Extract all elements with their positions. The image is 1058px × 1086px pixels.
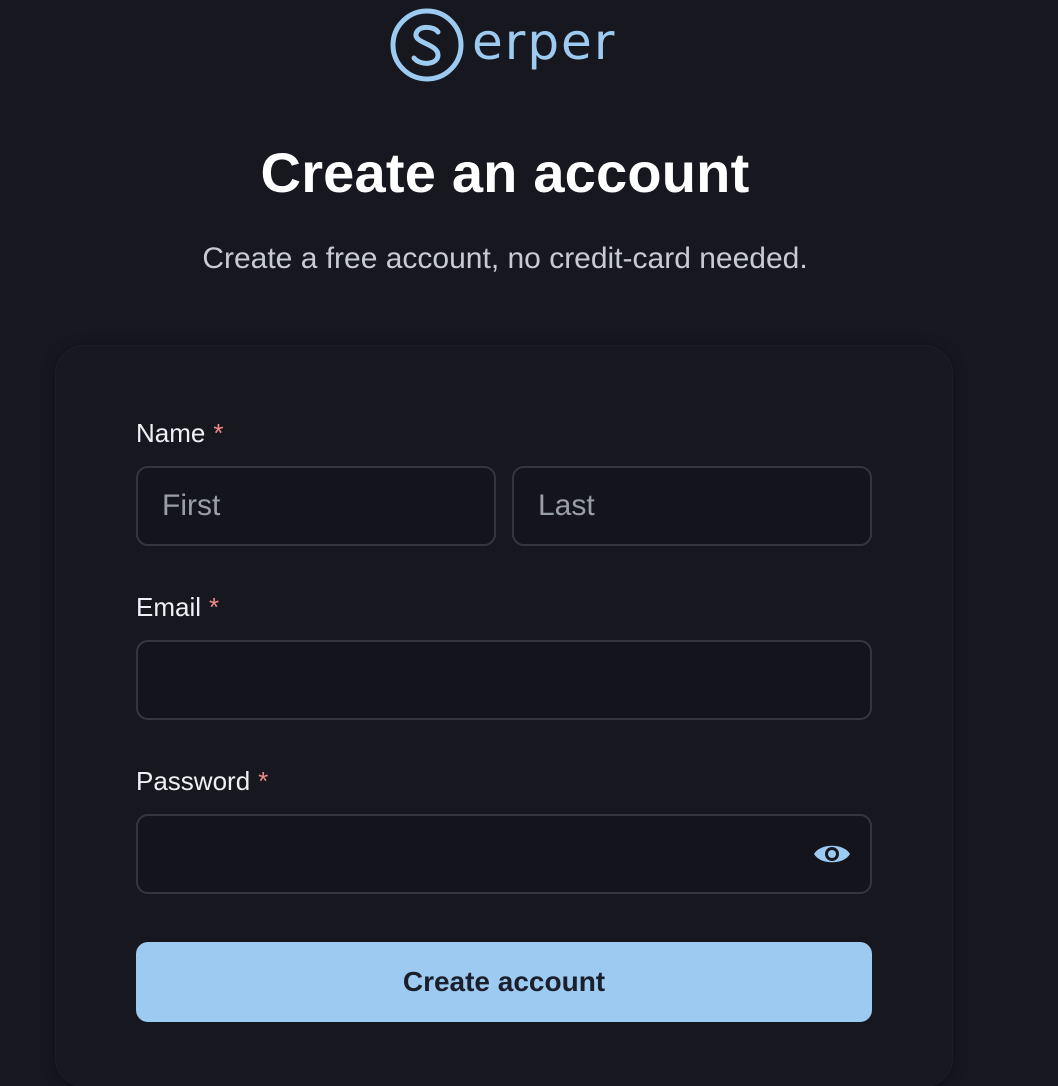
brand-logo: erper <box>388 6 616 84</box>
last-name-input[interactable] <box>512 466 872 546</box>
name-label: Name * <box>136 418 223 449</box>
serper-s-logo-icon <box>390 8 464 82</box>
email-input[interactable] <box>136 640 872 720</box>
password-label-text: Password <box>136 766 251 796</box>
page-title: Create an account <box>260 141 750 204</box>
required-marker: * <box>258 766 269 796</box>
show-password-toggle[interactable] <box>810 834 854 874</box>
required-marker: * <box>213 418 224 448</box>
email-label: Email * <box>136 592 219 623</box>
eye-icon <box>814 845 850 863</box>
password-input[interactable] <box>136 814 872 894</box>
password-label: Password * <box>136 766 268 797</box>
required-marker: * <box>209 592 220 622</box>
create-account-button[interactable]: Create account <box>136 942 872 1022</box>
name-label-text: Name <box>136 418 206 448</box>
brand-name: erper <box>472 13 617 71</box>
first-name-input[interactable] <box>136 466 496 546</box>
email-label-text: Email <box>136 592 202 622</box>
page-subtitle: Create a free account, no credit-card ne… <box>202 242 808 275</box>
